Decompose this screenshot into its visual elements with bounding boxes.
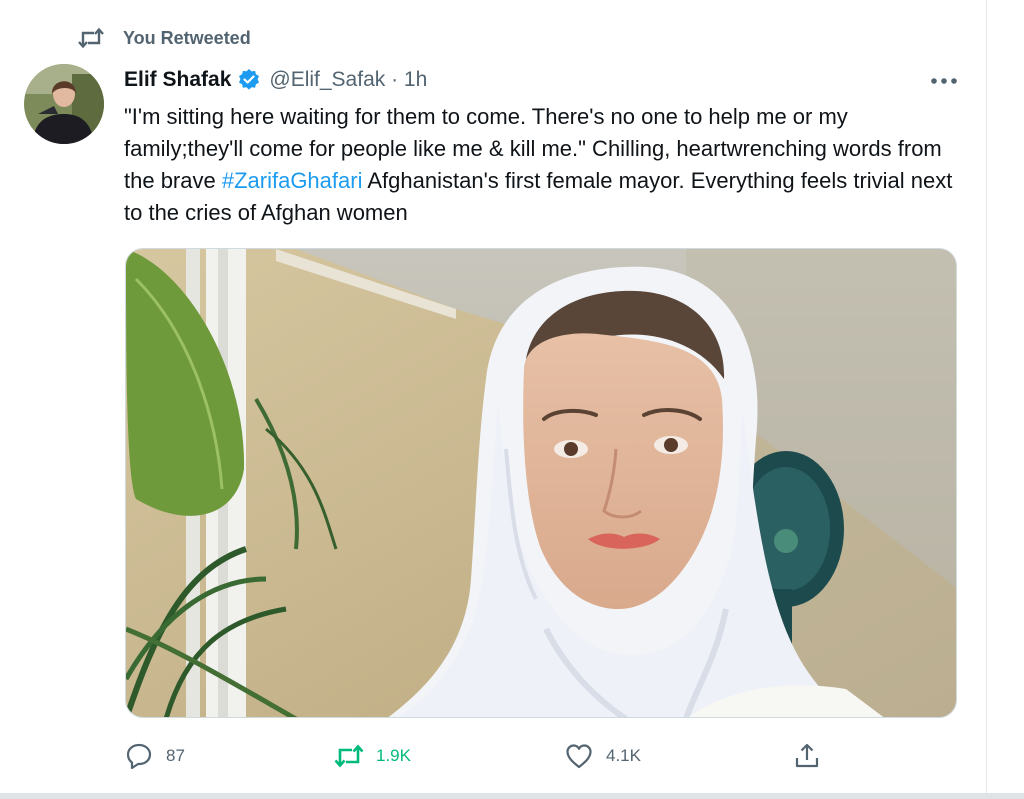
tweet-actions: 87 1.9K 4.1K	[124, 736, 834, 776]
reply-button[interactable]: 87	[124, 736, 185, 776]
tweet-header: Elif Shafak @Elif_Safak · 1h	[124, 64, 427, 96]
retweet-banner: You Retweeted	[78, 26, 251, 50]
author-handle-and-time[interactable]: @Elif_Safak · 1h	[269, 68, 427, 92]
reply-count: 87	[166, 746, 185, 765]
tweet-text: "I'm sitting here waiting for them to co…	[124, 101, 954, 229]
more-horizontal-icon[interactable]	[924, 70, 964, 92]
tweet-photo[interactable]	[125, 248, 957, 718]
frame-border-bottom	[0, 793, 1024, 799]
share-icon	[792, 741, 822, 771]
retweet-icon	[334, 741, 364, 771]
share-button[interactable]	[792, 736, 822, 776]
like-button[interactable]: 4.1K	[564, 736, 641, 776]
retweet-icon	[78, 26, 104, 50]
tweet-card[interactable]: You Retweeted Elif Shafak @Elif_Safak · …	[0, 0, 986, 793]
author-avatar[interactable]	[24, 64, 104, 144]
heart-icon	[564, 741, 594, 771]
retweet-count: 1.9K	[376, 746, 411, 765]
frame-border-right	[986, 0, 987, 799]
like-count: 4.1K	[606, 746, 641, 765]
hashtag-link[interactable]: #ZarifaGhafari	[222, 168, 363, 193]
verified-badge-icon	[237, 68, 261, 92]
author-name[interactable]: Elif Shafak	[124, 68, 231, 92]
reply-icon	[124, 741, 154, 771]
retweet-banner-label: You Retweeted	[123, 27, 251, 48]
retweet-button[interactable]: 1.9K	[334, 736, 411, 776]
